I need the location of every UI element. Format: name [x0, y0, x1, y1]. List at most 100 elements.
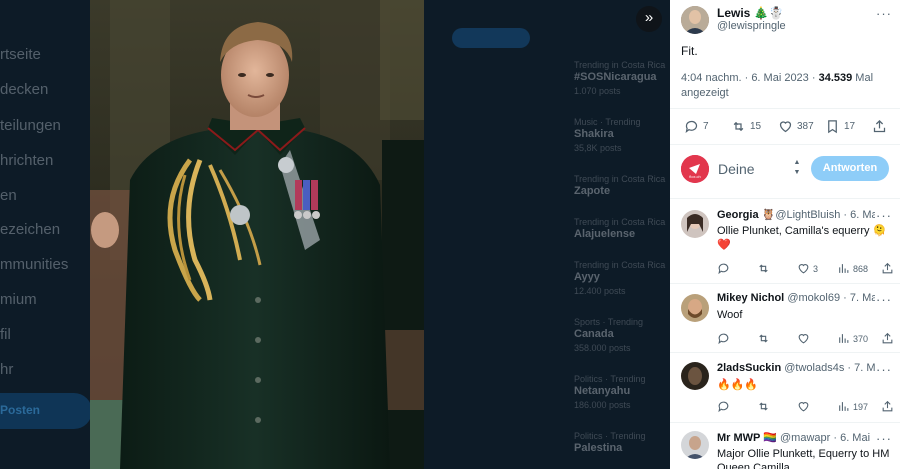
- reply-date[interactable]: · 6. Mai: [830, 432, 870, 444]
- bg-trend-category: Politics · Trending: [574, 431, 646, 441]
- reply-author-name[interactable]: Mikey Nichol: [717, 292, 784, 304]
- composer-avatar-logo: flox.ch: [681, 155, 709, 183]
- bg-nav-more: hr: [0, 361, 14, 378]
- reply-reply-button[interactable]: [717, 262, 730, 275]
- divider: [670, 422, 900, 423]
- bg-trend-name: Alajuelense: [574, 228, 636, 240]
- reply-author-name[interactable]: Georgia 🦉: [717, 209, 775, 221]
- reply-item[interactable]: Georgia 🦉@LightBluish · 6. Mai ··· Ollie…: [670, 208, 900, 284]
- reply-like-button[interactable]: [797, 400, 813, 413]
- reply-view-count: 197: [853, 401, 869, 412]
- avatar-image: [681, 294, 709, 322]
- bg-trend-count: 1.070 posts: [574, 86, 621, 96]
- reply-share-button[interactable]: [881, 400, 894, 413]
- uniformed-officer-photo: [90, 0, 424, 469]
- reply-like-button[interactable]: 3: [797, 262, 818, 275]
- reply-share-button[interactable]: [881, 332, 894, 345]
- retweet-icon: [759, 264, 768, 273]
- tweet-meta: 4:04 nachm. · 6. Mai 2023 · 34.539 Mal a…: [681, 71, 891, 101]
- reply-stat[interactable]: 7: [684, 119, 709, 134]
- reply-item[interactable]: Mikey Nichol @mokol69 · 7. Mai ··· Woof …: [670, 292, 900, 352]
- bg-trend-name: Zapote: [574, 185, 611, 197]
- bg-trend-count: 186.000 posts: [574, 400, 631, 410]
- like-stat[interactable]: 387: [778, 119, 814, 134]
- reply-views[interactable]: 370: [837, 332, 868, 345]
- bookmark-stat[interactable]: 17: [825, 119, 855, 134]
- more-options-icon[interactable]: ···: [876, 431, 892, 446]
- divider: [670, 144, 900, 145]
- reply-item[interactable]: 2ladsSuckin @twolads4s · 7. Mai ··· 🔥🔥🔥 …: [670, 362, 900, 422]
- more-options-icon[interactable]: ···: [876, 6, 892, 21]
- analytics-icon: [839, 264, 849, 273]
- share-icon: [882, 400, 893, 412]
- scroll-stepper-icon[interactable]: ▲ ▼: [790, 158, 804, 178]
- reply-text: Major Ollie Plunkett, Equerry to HM Quee…: [717, 448, 890, 469]
- bookmark-count: 17: [844, 121, 856, 132]
- reply-avatar[interactable]: [681, 210, 709, 238]
- tweet-photo[interactable]: [90, 0, 424, 469]
- bg-nav-communities: mmunities: [0, 256, 69, 273]
- reply-author-handle[interactable]: @LightBluish: [775, 209, 840, 221]
- bg-nav-lists: en: [0, 187, 17, 204]
- share-button[interactable]: [872, 119, 887, 134]
- tweet-timestamp[interactable]: 4:04 nachm. · 6. Mai 2023 ·: [681, 72, 819, 84]
- reply-avatar[interactable]: [681, 431, 709, 459]
- reply-item[interactable]: Mr MWP 🏳️‍🌈 @mawapr · 6. Mai ··· Major O…: [670, 431, 900, 469]
- share-icon: [882, 332, 893, 344]
- heart-icon: [798, 402, 809, 412]
- reply-retweet-button[interactable]: [757, 262, 770, 275]
- reply-icon: [718, 263, 729, 275]
- collapse-panel-button[interactable]: »: [636, 6, 662, 32]
- author-handle[interactable]: @lewispringle: [717, 20, 786, 32]
- reply-author-handle[interactable]: @twolads4s: [784, 362, 844, 374]
- heart-icon: [779, 121, 792, 133]
- reply-share-button[interactable]: [881, 262, 894, 275]
- reply-author-handle[interactable]: @mawapr: [780, 432, 830, 444]
- reply-author-name[interactable]: 2ladsSuckin: [717, 362, 781, 374]
- bg-trend-name: Canada: [574, 328, 614, 340]
- reply-avatar[interactable]: [681, 362, 709, 390]
- reply-date[interactable]: · 7. Mai: [844, 362, 875, 374]
- avatar-image: [681, 6, 709, 34]
- reply-author-name[interactable]: Mr MWP 🏳️‍🌈: [717, 432, 777, 444]
- reply-author-handle[interactable]: @mokol69: [787, 292, 840, 304]
- reply-button[interactable]: Antworten: [811, 156, 889, 181]
- reply-icon: [718, 401, 729, 413]
- more-options-icon[interactable]: ···: [876, 362, 892, 377]
- bg-trend-category: Sports · Trending: [574, 317, 644, 327]
- bg-post-button: Posten: [0, 393, 92, 429]
- more-options-icon[interactable]: ···: [876, 292, 892, 307]
- retweet-stat[interactable]: 15: [731, 119, 761, 134]
- reply-date[interactable]: · 7. Mai: [840, 292, 875, 304]
- reply-views[interactable]: 868: [837, 262, 868, 275]
- reply-icon: [685, 120, 698, 133]
- analytics-icon: [839, 402, 849, 411]
- reply-actions: 3 868: [717, 262, 893, 276]
- author-name[interactable]: Lewis 🎄☃️: [717, 6, 784, 20]
- share-icon: [873, 119, 886, 133]
- reply-count: 7: [703, 121, 709, 132]
- bg-nav-bookmarks: ezeichen: [0, 221, 61, 238]
- tweet-panel: Lewis 🎄☃️ @lewispringle ··· Fit. 4:04 na…: [670, 0, 900, 469]
- retweet-count: 15: [750, 121, 762, 132]
- reply-retweet-button[interactable]: [757, 332, 770, 345]
- more-options-icon[interactable]: ···: [876, 208, 892, 223]
- bg-follow-button: [452, 28, 530, 48]
- reply-views[interactable]: 197: [837, 400, 868, 413]
- share-icon: [882, 262, 893, 274]
- reply-date[interactable]: · 6. Mai: [840, 209, 875, 221]
- bg-trend-category: Politics · Trending: [574, 374, 646, 384]
- author-avatar[interactable]: [681, 6, 709, 34]
- bg-nav-messages: hrichten: [0, 152, 54, 169]
- bg-trend-name: #SOSNicaragua: [574, 71, 657, 83]
- avatar-image: [681, 362, 709, 390]
- reply-reply-button[interactable]: [717, 332, 730, 345]
- bg-trend-name: Palestina: [574, 442, 623, 454]
- reply-retweet-button[interactable]: [757, 400, 770, 413]
- reply-header: Georgia 🦉@LightBluish · 6. Mai: [717, 208, 875, 221]
- reply-avatar[interactable]: [681, 294, 709, 322]
- reply-text: 🔥🔥🔥: [717, 379, 759, 391]
- reply-reply-button[interactable]: [717, 400, 730, 413]
- reply-like-button[interactable]: [797, 332, 813, 345]
- reply-input[interactable]: Deine: [718, 161, 755, 177]
